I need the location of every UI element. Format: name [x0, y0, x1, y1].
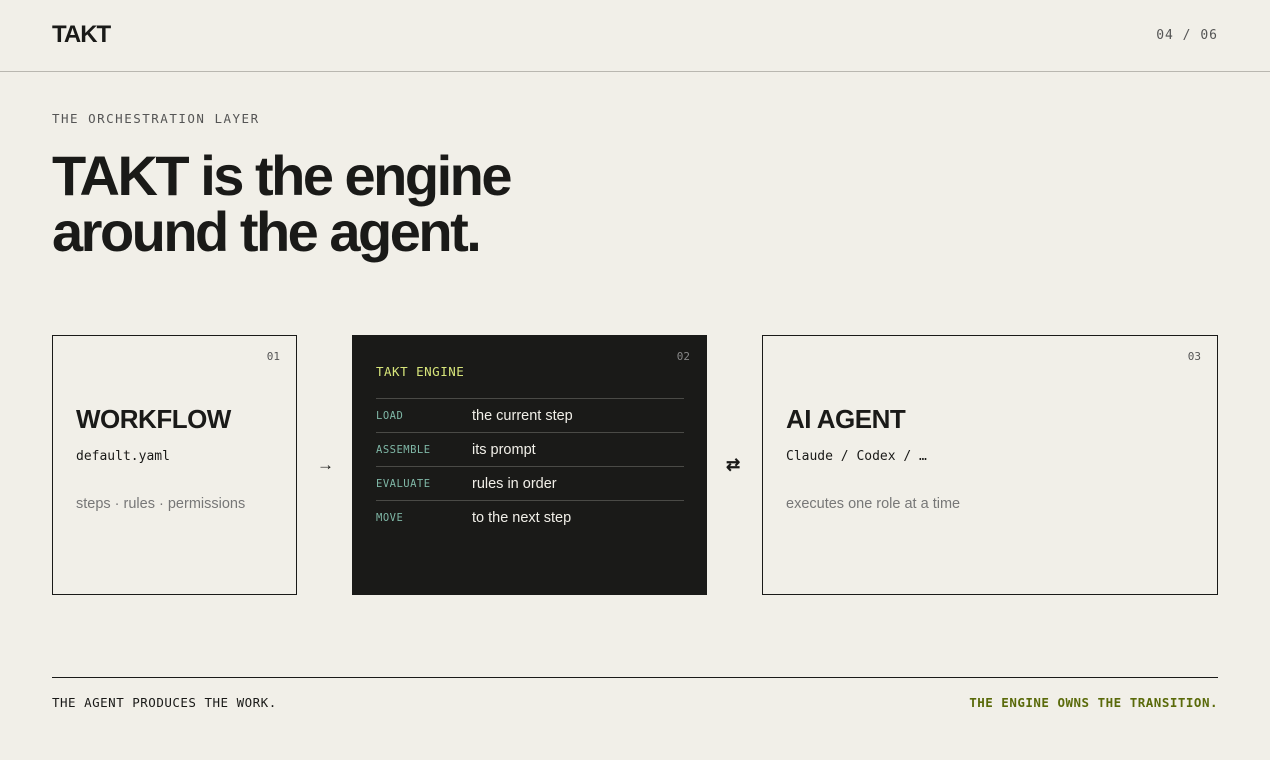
engine-step-evaluate: EVALUATE rules in order — [376, 466, 684, 500]
card-agents: Claude / Codex / … — [786, 449, 927, 464]
engine-step-assemble: ASSEMBLE its prompt — [376, 432, 684, 466]
step-value: rules in order — [472, 475, 557, 492]
engine-step-move: MOVE to the next step — [376, 500, 684, 534]
page-counter: 04 / 06 — [1156, 28, 1218, 43]
arrow-right-icon: → — [317, 455, 334, 474]
step-key: EVALUATE — [376, 477, 431, 490]
card-description: executes one role at a time — [786, 496, 961, 512]
step-value: its prompt — [472, 441, 536, 458]
footer-left-text: THE AGENT PRODUCES THE WORK. — [52, 695, 277, 710]
workflow-card: 01 WORKFLOW default.yaml steps · rules ·… — [52, 335, 297, 595]
card-number: 02 — [676, 350, 690, 363]
eyebrow-label: THE ORCHESTRATION LAYER — [52, 111, 260, 126]
engine-step-load: LOAD the current step — [376, 398, 684, 432]
engine-card: 02 TAKT ENGINE LOAD the current step ASS… — [352, 335, 707, 595]
step-key: ASSEMBLE — [376, 443, 431, 456]
logo[interactable]: TAKT — [52, 21, 111, 49]
footer-right-text: THE ENGINE OWNS THE TRANSITION. — [969, 695, 1218, 710]
step-value: the current step — [472, 407, 573, 424]
card-title: WORKFLOW — [76, 404, 231, 434]
footer-divider — [52, 677, 1218, 678]
swap-arrows-icon: ⇄ — [726, 455, 741, 474]
page-title: TAKT is the engine around the agent. — [52, 148, 513, 263]
title-line-1: TAKT is the engine — [52, 144, 513, 207]
agent-card: 03 AI AGENT Claude / Codex / … executes … — [762, 335, 1218, 595]
step-key: MOVE — [376, 511, 404, 524]
engine-steps: LOAD the current step ASSEMBLE its promp… — [376, 398, 684, 534]
title-line-2: around the agent. — [52, 200, 482, 263]
card-title: AI AGENT — [786, 404, 906, 434]
card-number: 03 — [1187, 350, 1201, 363]
step-value: to the next step — [472, 509, 572, 526]
engine-title: TAKT ENGINE — [376, 364, 465, 379]
step-key: LOAD — [376, 409, 404, 422]
card-description: steps · rules · permissions — [76, 496, 246, 512]
card-number: 01 — [266, 350, 280, 363]
header: TAKT 04 / 06 — [0, 0, 1270, 72]
card-filename: default.yaml — [76, 449, 170, 464]
